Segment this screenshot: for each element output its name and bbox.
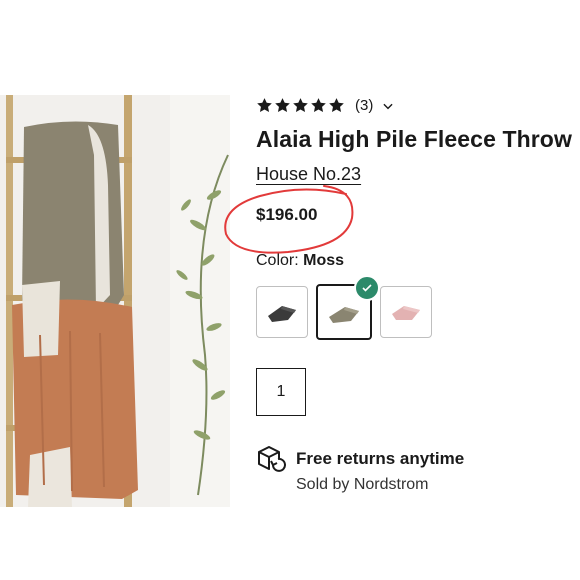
moss-throw-thumbnail: [329, 307, 359, 323]
star-icon: [311, 98, 326, 112]
rating[interactable]: (3): [256, 97, 395, 114]
sold-by-label: Sold by Nordstrom: [296, 476, 429, 493]
blush-throw-thumbnail: [392, 306, 420, 320]
brand-link[interactable]: House No.23: [256, 164, 361, 185]
swatch-charcoal[interactable]: [256, 286, 308, 338]
product-title: Alaia High Pile Fleece Throw: [256, 126, 572, 152]
charcoal-throw-thumbnail: [268, 306, 296, 322]
star-icon: [275, 98, 290, 112]
color-label-text: Color:: [256, 252, 299, 269]
product-price: $196.00: [256, 205, 318, 224]
selected-color: Moss: [303, 252, 345, 269]
star-icon: [257, 98, 272, 112]
star-icon: [293, 98, 308, 112]
color-label: Color: Moss: [256, 252, 344, 270]
selected-check-icon: [354, 275, 380, 301]
review-count[interactable]: (3): [355, 97, 373, 114]
box-return-icon: [258, 446, 286, 472]
product-image: [0, 95, 230, 507]
star-icon: [329, 98, 344, 112]
free-returns-label: Free returns anytime: [296, 449, 465, 468]
swatch-moss[interactable]: [316, 275, 380, 340]
quantity-select[interactable]: 1: [256, 368, 306, 416]
chevron-down-icon[interactable]: [381, 99, 395, 113]
color-swatches: [256, 275, 432, 340]
swatch-blush[interactable]: [380, 286, 432, 338]
star-rating: [256, 97, 345, 114]
